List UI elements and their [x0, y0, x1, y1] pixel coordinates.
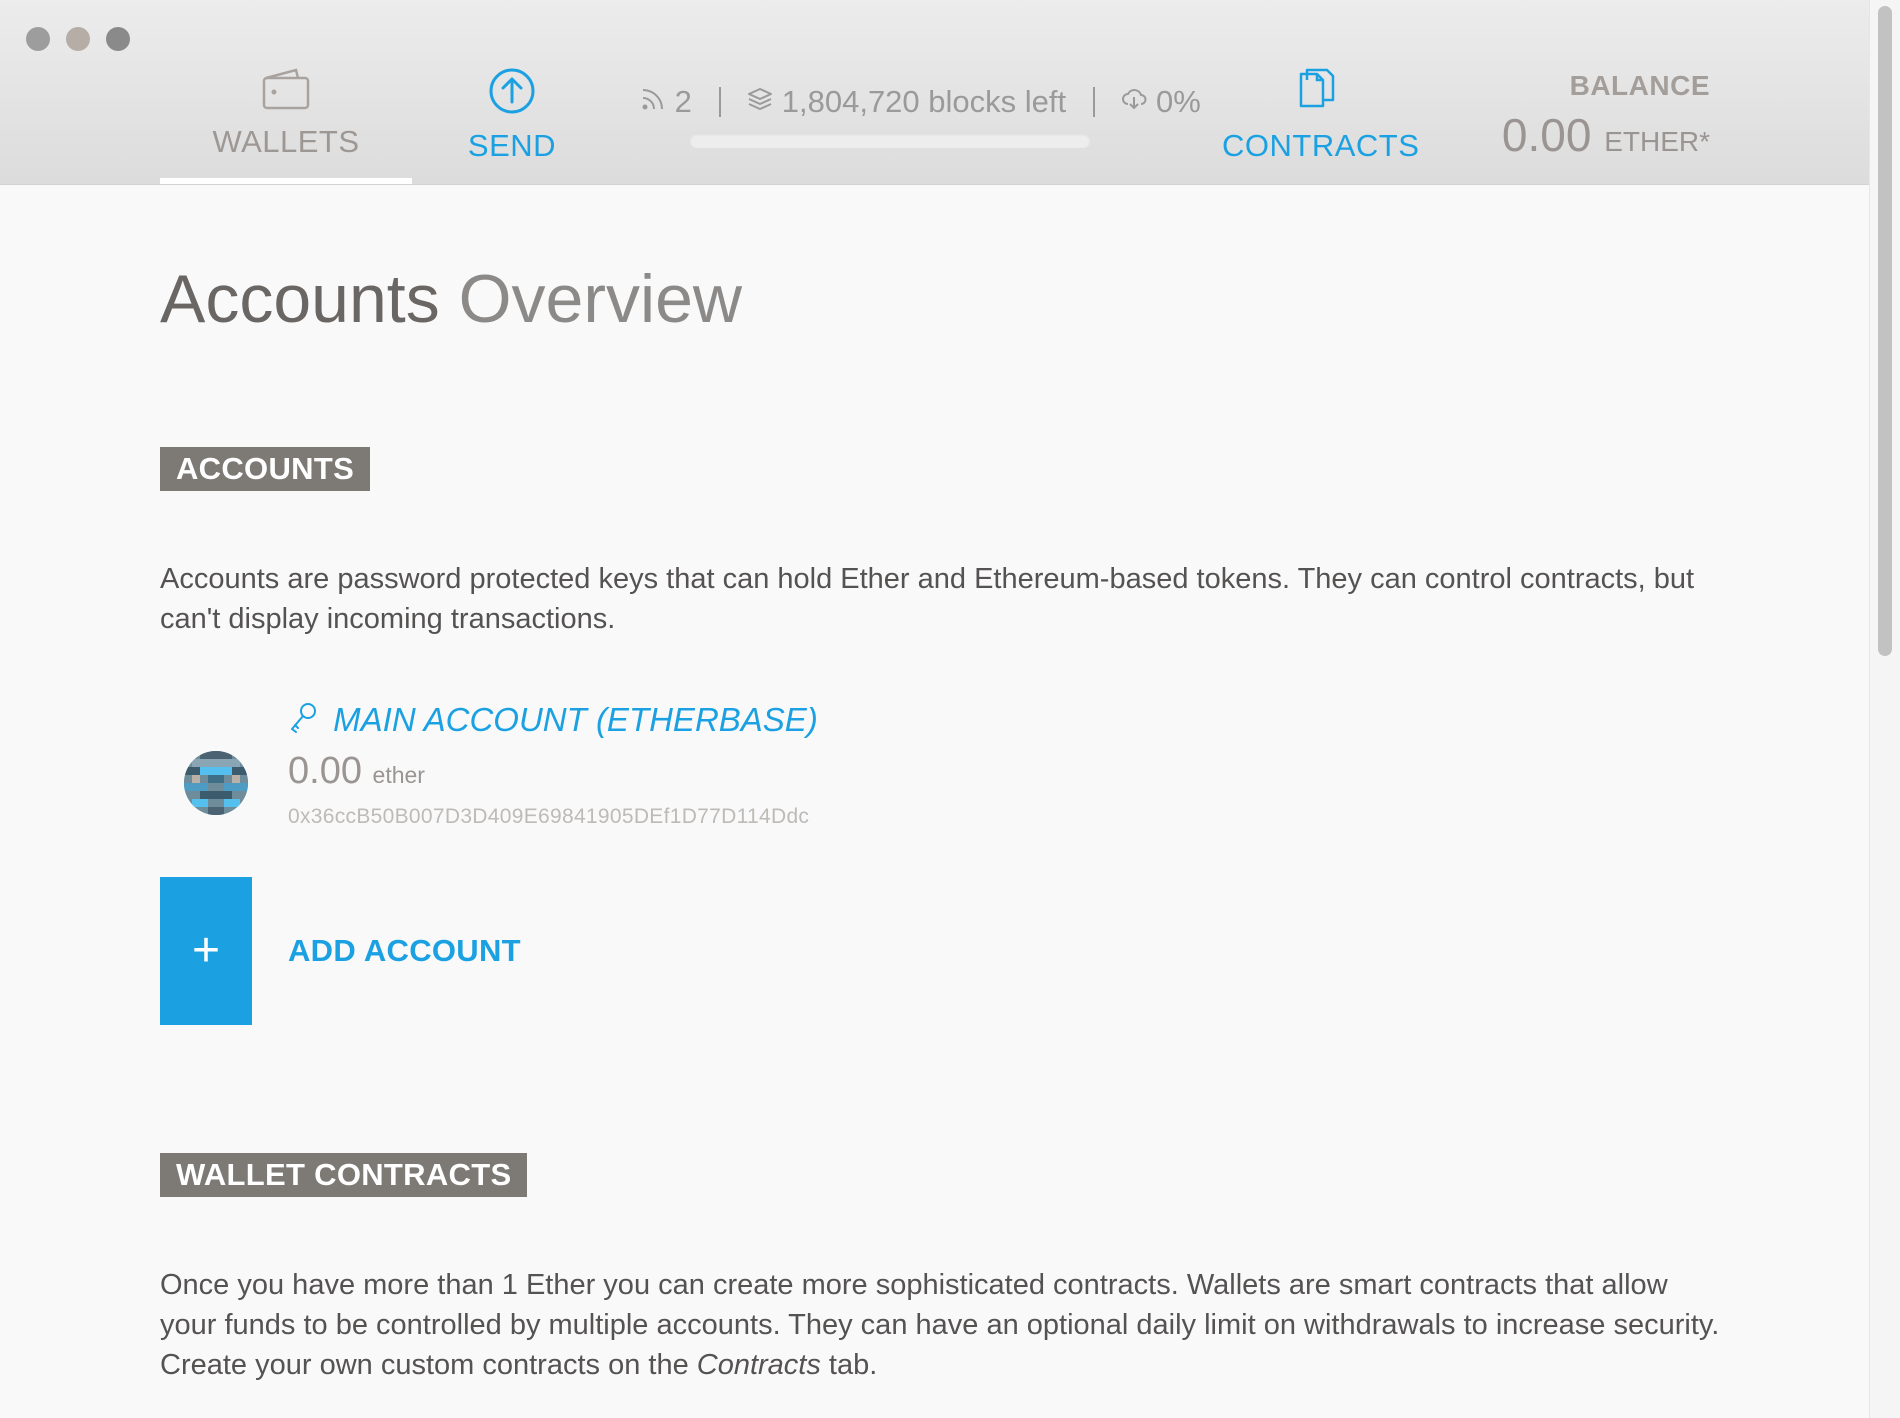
app-window: WALLETS SEND 2 1,804,720 blocks left 0% … [0, 0, 1870, 1418]
add-account-button[interactable]: + [160, 876, 252, 1025]
close-window-button[interactable] [26, 27, 50, 51]
account-item[interactable]: MAIN ACCOUNT (ETHERBASE) 0.00 ether 0x36… [160, 701, 1720, 851]
wallet-contracts-description-text: Once you have more than 1 Ether you can … [160, 1268, 1720, 1381]
add-account-row[interactable]: + ADD ACCOUNT [160, 876, 1720, 1025]
contracts-tab-reference: Contracts [696, 1348, 821, 1381]
account-address: 0x36ccB50B007D3D409E69841905DEf1D77D114D… [288, 805, 810, 829]
balance-unit: ETHER* [1604, 126, 1710, 157]
wallet-contracts-description-end: tab. [820, 1348, 878, 1381]
signal-icon [640, 84, 675, 119]
account-balance: 0.00 [288, 750, 362, 793]
accounts-section-tag: ACCOUNTS [160, 446, 371, 491]
layers-icon [747, 84, 782, 119]
sync-progress-bar [690, 134, 1090, 148]
main-content: Accounts Overview ACCOUNTS Accounts are … [160, 184, 1720, 1385]
wallet-icon [260, 68, 312, 119]
blocks-left-text: 1,804,720 blocks left [781, 83, 1067, 119]
arrow-up-circle-icon [487, 68, 537, 123]
balance-label: BALANCE [1569, 70, 1710, 101]
nav-wallets[interactable]: WALLETS [160, 66, 412, 160]
minimize-window-button[interactable] [66, 27, 90, 51]
nav-contracts-label: CONTRACTS [1222, 128, 1420, 163]
page-title: Accounts Overview [160, 262, 1720, 337]
nav-contracts[interactable]: CONTRACTS [1222, 66, 1420, 164]
add-account-label[interactable]: ADD ACCOUNT [288, 933, 521, 969]
peer-count: 2 [674, 83, 692, 119]
nav-send[interactable]: SEND [450, 66, 574, 164]
status-divider [718, 86, 721, 117]
account-identicon [184, 750, 248, 815]
balance-display: BALANCE 0.00 ETHER* [1502, 70, 1710, 162]
scrollbar-thumb[interactable] [1878, 6, 1892, 656]
sync-status: 2 1,804,720 blocks left 0% [640, 82, 1201, 120]
key-icon [288, 702, 318, 742]
cloud-download-icon [1121, 84, 1156, 119]
nav-wallets-label: WALLETS [212, 124, 360, 159]
page-title-secondary: Overview [458, 261, 742, 337]
accounts-description: Accounts are password protected keys tha… [160, 562, 1695, 635]
wallet-contracts-description: Once you have more than 1 Ether you can … [160, 1265, 1720, 1385]
wallet-contracts-section-tag: WALLET CONTRACTS [160, 1152, 528, 1197]
documents-icon [1287, 68, 1337, 123]
status-divider [1092, 86, 1095, 117]
maximize-window-button[interactable] [106, 27, 130, 51]
account-balance-unit: ether [372, 762, 425, 789]
balance-value: 0.00 [1501, 109, 1592, 161]
vertical-scrollbar[interactable] [1869, 0, 1900, 1418]
account-name-link[interactable]: MAIN ACCOUNT (ETHERBASE) [288, 701, 818, 742]
page-title-primary: Accounts [160, 261, 440, 337]
account-name: MAIN ACCOUNT (ETHERBASE) [333, 700, 818, 738]
download-percent: 0% [1155, 83, 1201, 119]
nav-send-label: SEND [467, 128, 557, 163]
top-header: WALLETS SEND 2 1,804,720 blocks left 0% … [0, 0, 1870, 185]
